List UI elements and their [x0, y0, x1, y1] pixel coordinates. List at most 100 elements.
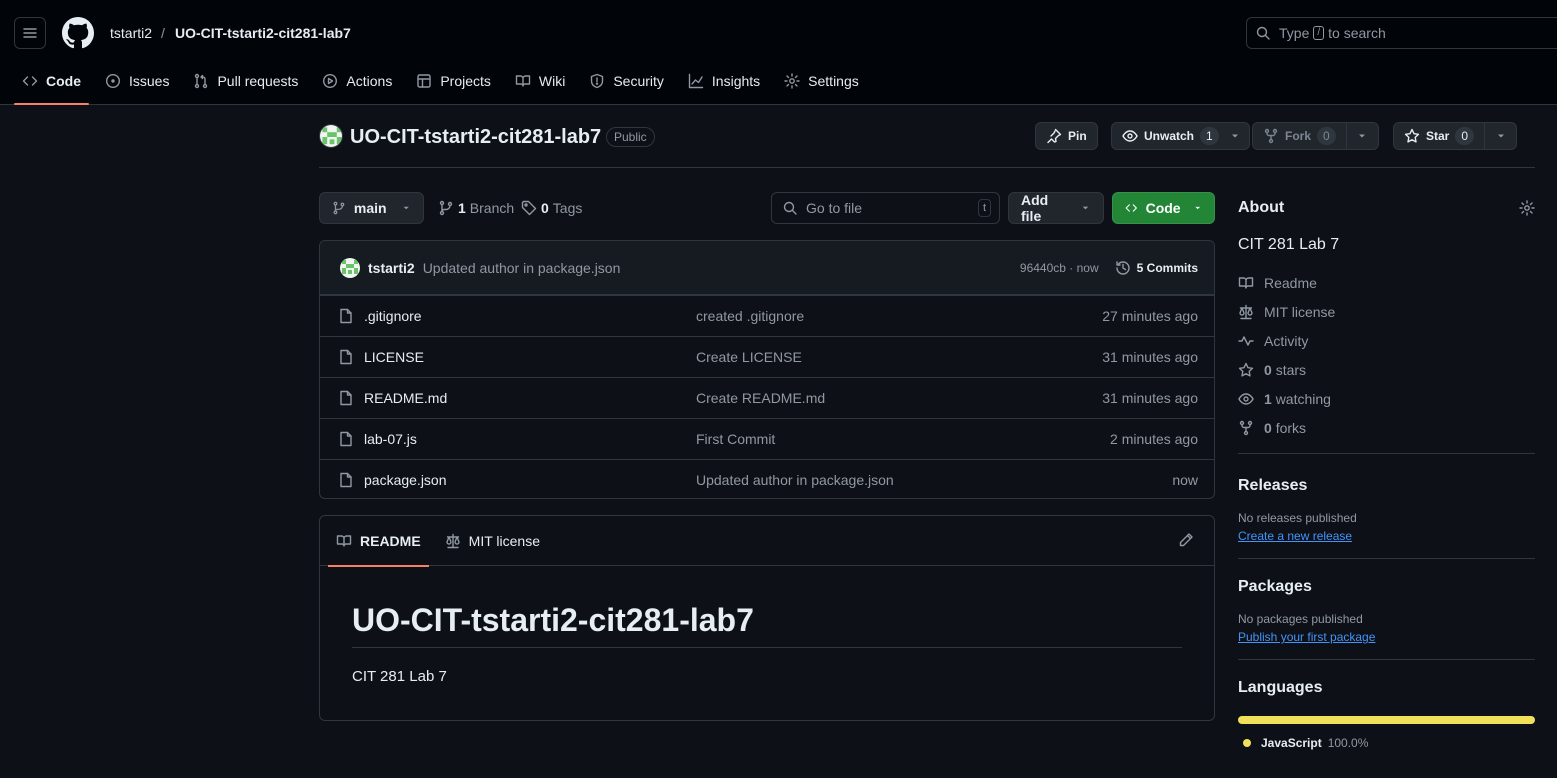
- law-icon: [1239, 304, 1253, 319]
- language-item[interactable]: JavaScript 100.0%: [1238, 736, 1535, 750]
- tab-wiki[interactable]: Wiki: [507, 64, 573, 98]
- watching-link[interactable]: 1 watching: [1238, 384, 1535, 413]
- activity-link[interactable]: Activity: [1238, 326, 1535, 355]
- code-button[interactable]: Code: [1112, 192, 1215, 224]
- caret-down-icon: [1194, 206, 1200, 210]
- fork-button[interactable]: Fork 0: [1252, 122, 1379, 150]
- stars-link[interactable]: 0 stars: [1238, 355, 1535, 384]
- breadcrumb-owner[interactable]: tstarti2: [110, 24, 152, 42]
- tab-settings[interactable]: Settings: [776, 64, 867, 98]
- file-name[interactable]: lab-07.js: [364, 431, 696, 447]
- github-logo-icon[interactable]: [62, 17, 94, 49]
- caret-down-icon: [1231, 134, 1238, 138]
- caret-down-icon: [1497, 134, 1504, 138]
- pull-request-icon: [195, 73, 208, 89]
- file-icon: [340, 472, 352, 488]
- language-bar: [1238, 716, 1535, 724]
- hamburger-menu-button[interactable]: [14, 17, 46, 49]
- edit-readme-button[interactable]: [1178, 532, 1194, 548]
- languages-title: Languages: [1238, 679, 1323, 696]
- tab-projects[interactable]: Projects: [408, 64, 499, 98]
- tab-insights[interactable]: Insights: [680, 64, 768, 98]
- license-link-label: MIT license: [1264, 303, 1336, 320]
- gear-icon[interactable]: [1519, 200, 1535, 216]
- fork-dropdown[interactable]: [1345, 123, 1378, 149]
- fork-label: Fork: [1285, 129, 1312, 143]
- file-commit-message[interactable]: Create README.md: [696, 390, 825, 406]
- about-header: About: [1238, 192, 1535, 224]
- readme-body: CIT 281 Lab 7: [352, 668, 447, 685]
- forks-link[interactable]: 0 forks: [1238, 413, 1535, 442]
- language-color-dot: [1243, 739, 1251, 747]
- pin-button[interactable]: Pin: [1035, 122, 1098, 150]
- tab-actions-label: Actions: [346, 73, 393, 89]
- add-file-label: Add file: [1021, 192, 1049, 224]
- go-to-file-input[interactable]: Go to file t: [771, 192, 1000, 224]
- file-row[interactable]: .gitignore created .gitignore 27 minutes…: [320, 295, 1214, 336]
- code-button-label: Code: [1145, 200, 1181, 216]
- tab-projects-label: Projects: [440, 73, 491, 89]
- tab-issues[interactable]: Issues: [97, 64, 177, 98]
- tags-link[interactable]: 0 Tags: [521, 200, 582, 216]
- tab-license[interactable]: MIT license: [437, 516, 548, 566]
- repo-owner-avatar[interactable]: [319, 124, 343, 148]
- tab-settings-label: Settings: [808, 73, 859, 89]
- tab-actions[interactable]: Actions: [314, 64, 400, 98]
- star-counter: 0: [1455, 127, 1475, 145]
- book-icon: [1238, 276, 1254, 289]
- unwatch-button[interactable]: Unwatch 1: [1111, 122, 1250, 150]
- commit-hash-time[interactable]: 96440cb · now: [1020, 261, 1099, 275]
- license-link[interactable]: MIT license: [1238, 297, 1535, 326]
- file-name[interactable]: LICENSE: [364, 349, 696, 365]
- file-commit-message[interactable]: Updated author in package.json: [696, 472, 894, 488]
- create-release-link[interactable]: Create a new release: [1238, 529, 1535, 543]
- commit-author-avatar[interactable]: [340, 257, 360, 278]
- tag-count: 0: [541, 200, 549, 216]
- eye-icon: [1238, 392, 1254, 405]
- tag-count-label: Tags: [552, 200, 583, 216]
- latest-commit-bar: tstarti2 Updated author in package.json …: [320, 241, 1214, 295]
- visibility-badge: Public: [606, 127, 655, 147]
- file-commit-message[interactable]: First Commit: [696, 431, 775, 447]
- file-name[interactable]: README.md: [364, 390, 696, 406]
- readme-divider: [352, 647, 1182, 648]
- file-row[interactable]: LICENSE Create LICENSE 31 minutes ago: [320, 336, 1214, 377]
- file-name[interactable]: package.json: [364, 472, 696, 488]
- file-commit-message[interactable]: Create LICENSE: [696, 349, 802, 365]
- search-placeholder-after: to search: [1328, 25, 1386, 41]
- star-button[interactable]: Star 0: [1393, 122, 1518, 150]
- go-to-file-placeholder: Go to file: [806, 200, 863, 216]
- readme-link[interactable]: Readme: [1238, 268, 1535, 297]
- file-row[interactable]: package.json Updated author in package.j…: [320, 459, 1214, 498]
- commit-author[interactable]: tstarti2: [368, 260, 415, 276]
- star-dropdown[interactable]: [1484, 123, 1516, 149]
- packages-title[interactable]: Packages: [1238, 575, 1535, 599]
- tab-code[interactable]: Code: [14, 64, 89, 105]
- search-icon: [1256, 26, 1270, 40]
- book-icon: [515, 75, 531, 87]
- commit-message[interactable]: Updated author in package.json: [423, 260, 621, 276]
- tab-pull-requests[interactable]: Pull requests: [185, 64, 306, 98]
- tab-license-label: MIT license: [468, 532, 540, 549]
- publish-package-link[interactable]: Publish your first package: [1238, 630, 1535, 644]
- repo-title[interactable]: UO-CIT-tstarti2-cit281-lab7: [350, 124, 601, 150]
- releases-title[interactable]: Releases: [1238, 474, 1535, 498]
- file-commit-message[interactable]: created .gitignore: [696, 308, 804, 324]
- branches-link[interactable]: 1 Branch: [438, 200, 514, 216]
- branch-selector[interactable]: main: [319, 192, 424, 224]
- commits-history-link[interactable]: 5 Commits: [1115, 260, 1198, 276]
- fork-counter: 0: [1317, 127, 1336, 145]
- history-icon: [1115, 260, 1130, 275]
- go-to-file-shortcut: t: [977, 199, 991, 217]
- breadcrumb-repo[interactable]: UO-CIT-tstarti2-cit281-lab7: [175, 24, 351, 42]
- tab-readme[interactable]: README: [328, 516, 429, 567]
- add-file-button[interactable]: Add file: [1008, 192, 1104, 224]
- tab-security[interactable]: Security: [581, 64, 672, 98]
- file-row[interactable]: README.md Create README.md 31 minutes ag…: [320, 377, 1214, 418]
- global-search-input[interactable]: Type / to search: [1246, 17, 1557, 49]
- file-row[interactable]: lab-07.js First Commit 2 minutes ago: [320, 418, 1214, 459]
- file-age: 31 minutes ago: [1102, 390, 1198, 406]
- file-age: 27 minutes ago: [1102, 308, 1198, 324]
- file-name[interactable]: .gitignore: [364, 308, 696, 324]
- file-age: 31 minutes ago: [1102, 349, 1198, 365]
